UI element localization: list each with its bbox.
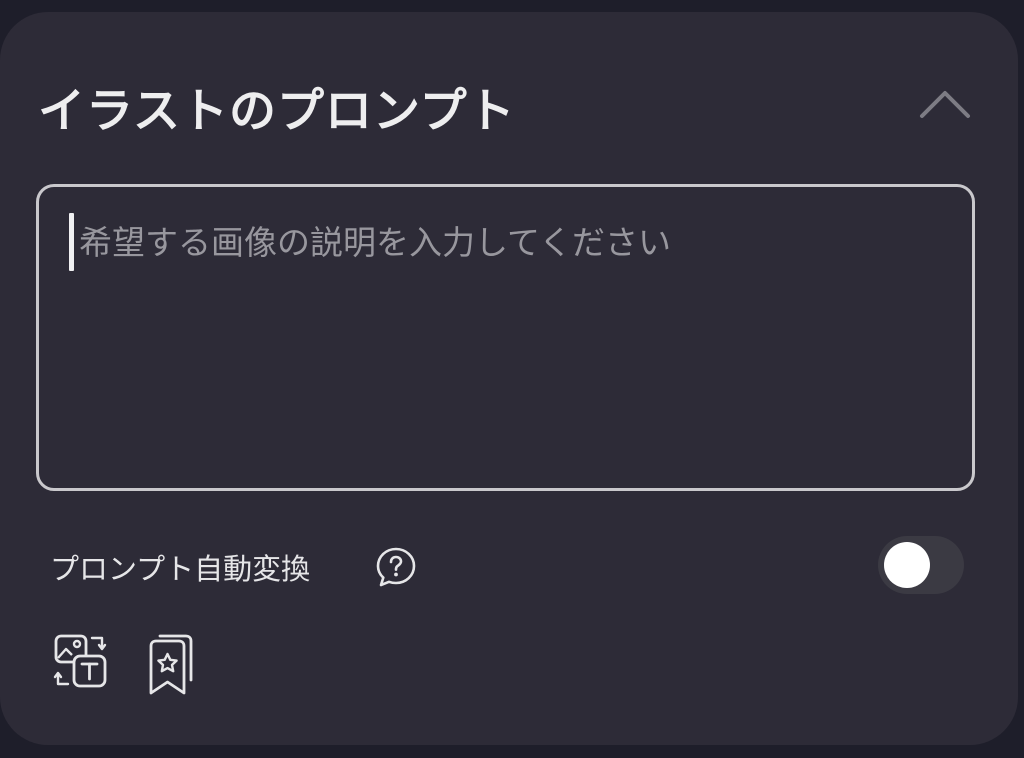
prompt-input[interactable] — [39, 187, 972, 488]
image-to-text-button[interactable] — [52, 632, 110, 690]
chevron-up-icon — [920, 91, 970, 118]
toggle-knob — [884, 542, 930, 588]
question-bubble-icon — [376, 547, 416, 587]
help-button[interactable] — [374, 545, 418, 589]
auto-convert-toggle[interactable] — [878, 536, 964, 594]
bookmark-star-icon — [149, 634, 193, 695]
prompt-panel: イラストのプロンプト プロンプト自動変換 — [0, 12, 1018, 745]
panel-title: イラストのプロンプト — [38, 84, 516, 139]
auto-convert-label: プロンプト自動変換 — [50, 552, 311, 586]
collapse-button[interactable] — [914, 82, 976, 126]
prompt-field[interactable] — [36, 184, 975, 491]
image-to-text-icon — [53, 634, 107, 688]
saved-prompts-button[interactable] — [146, 632, 196, 698]
text-cursor — [69, 213, 74, 271]
